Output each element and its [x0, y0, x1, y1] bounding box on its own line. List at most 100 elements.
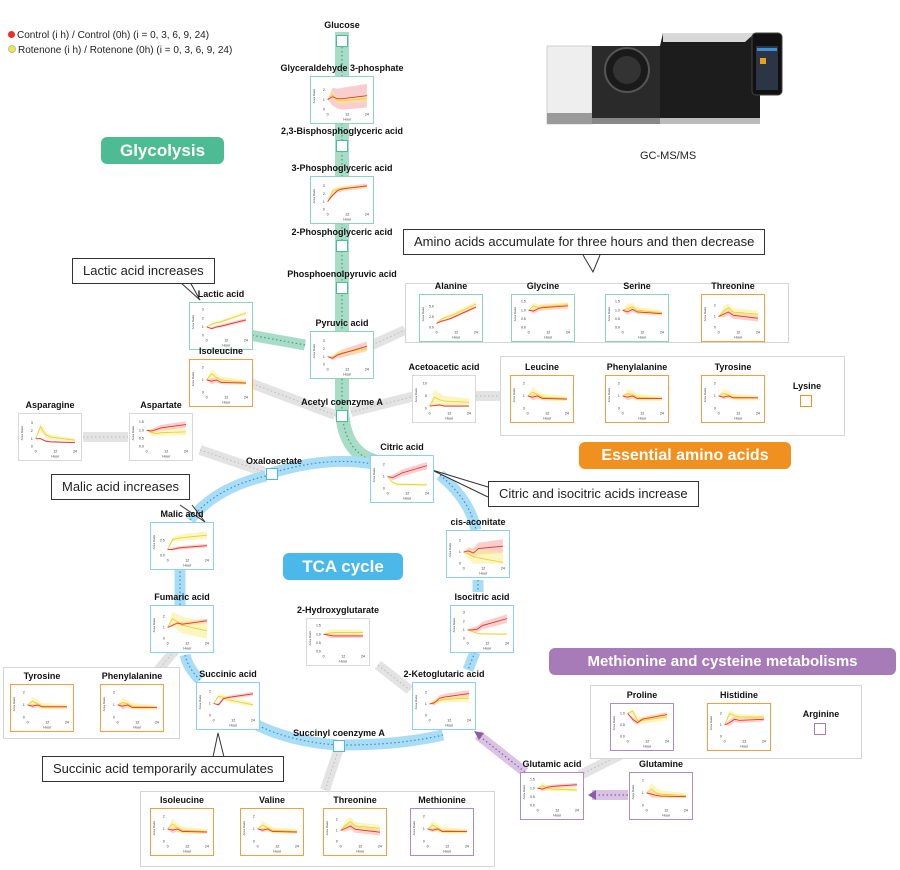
y-tick-label: 1	[23, 703, 25, 707]
metabolite-chart-acetoacetic[interactable]: Area Ratio 0 5 10 0 12 24 Hour	[412, 375, 476, 423]
x-axis-label: Hour	[183, 564, 192, 568]
y-tick-label: 1.5	[615, 300, 620, 304]
metabolite-chart-isoleucine_bot[interactable]: Area Ratio 0 1 2 0 12 24 Hour	[150, 808, 214, 856]
metabolite-chart-pyruvic[interactable]: Area Ratio 0 1 2 3 0 12 24 Hour	[310, 331, 374, 379]
metabolite-label: Serine	[623, 281, 651, 291]
metabolite-chart-histidine[interactable]: Area Ratio 0 1 2 0 12 24 Hour	[707, 703, 771, 751]
y-tick-label: 1.0	[139, 428, 144, 432]
metabolite-chart-threonine_top[interactable]: Area Ratio 0 1 2 0 12 24 Hour	[701, 294, 765, 342]
y-axis-label: Area Ratio	[607, 388, 611, 403]
y-tick-label: 0.5	[615, 317, 620, 321]
node-lysine[interactable]	[800, 395, 812, 407]
node-acetyl-coa[interactable]	[336, 410, 348, 422]
legend-control: Control (i h) / Control (0h) (i = 0, 3, …	[8, 28, 232, 43]
x-tick-label: 12	[224, 338, 228, 342]
metabolite-chart-hydroxyglutarate[interactable]: Area Ratio 0.0 0.5 1.0 1.5 0 12 24 Hour	[306, 618, 370, 666]
metabolite-chart-lactic[interactable]: Area Ratio 0 1 2 3 0 12 24 Hour	[189, 302, 253, 350]
callout-lactic-acid: Lactic acid increases	[72, 258, 215, 284]
mini-chart: Area Ratio 0.0 2.5 5.0 0 12 24 Hour	[421, 301, 478, 340]
x-axis-label: Hour	[543, 417, 552, 421]
x-tick-label: 12	[164, 449, 168, 453]
metabolite-chart-fumaric[interactable]: Area Ratio 0 1 2 0 12 24 Hour	[150, 605, 214, 653]
y-tick-label: 0.5	[316, 641, 321, 645]
metabolite-chart-aspartate[interactable]: Area Ratio 0.0 0.5 1.0 1.5 0 12 24 Hour	[129, 413, 193, 461]
y-tick-label: 1	[113, 703, 115, 707]
x-tick-label: 12	[231, 718, 235, 722]
metabolite-chart-cisaconitate[interactable]: Area Ratio 0 1 2 0 12 24 Hour	[446, 530, 510, 578]
y-tick-label: 1.0	[615, 308, 620, 312]
node-oxaloacetate[interactable]	[266, 468, 278, 480]
node-bpg[interactable]	[336, 140, 348, 152]
metabolite-chart-tyrosine_left[interactable]: Area Ratio 0 1 2 0 12 24 Hour	[10, 684, 74, 732]
metabolite-chart-citric[interactable]: Area Ratio 0 1 2 0 12 24 Hour	[370, 455, 434, 503]
metabolite-chart-proline[interactable]: Area Ratio 0.0 0.5 1.0 0 12 24 Hour	[610, 703, 674, 751]
y-tick-label: 1.0	[530, 786, 535, 790]
essential-amino-acids-pill: Essential amino acids	[579, 442, 791, 469]
y-tick-label: 2	[253, 814, 255, 818]
metabolite-chart-isocitric[interactable]: Area Ratio 0 1 2 3 0 12 24 Hour	[450, 605, 514, 653]
metabolite-chart-g3p[interactable]: Area Ratio 0 1 2 0 12 24 Hour	[310, 76, 374, 124]
metabolite-chart-glycine[interactable]: Area Ratio 0.0 0.5 1.0 1.5 0 12 24 Hour	[511, 294, 575, 342]
x-tick-label: 0	[340, 844, 342, 848]
x-tick-label: 24	[566, 330, 570, 334]
metabolite-chart-threonine_bot[interactable]: Area Ratio 0 1 2 0 12 24 Hour	[323, 808, 387, 856]
x-tick-label: 0	[257, 844, 259, 848]
metabolite-chart-valine[interactable]: Area Ratio 0 1 2 0 12 24 Hour	[240, 808, 304, 856]
metabolite-label: Aspartate	[140, 400, 182, 410]
metabolite-label: Isocitric acid	[454, 592, 510, 602]
node-succinyl-coa[interactable]	[333, 740, 345, 752]
y-tick-label: 1.5	[139, 420, 144, 424]
metabolite-chart-glutamine[interactable]: Area Ratio 0 1 2 0 12 24 Hour	[629, 772, 693, 820]
rotenone-dot-icon	[8, 45, 16, 53]
label-2pg: 2-Phosphoglyceric acid	[291, 227, 393, 237]
x-tick-label: 24	[251, 718, 255, 722]
metabolite-chart-glutamic[interactable]: Area Ratio 0.0 0.5 1.0 1.5 0 12 24 Hour	[520, 772, 584, 820]
mini-chart: Area Ratio0120 12 24Hour	[448, 539, 505, 576]
y-axis-label: Area Ratio	[513, 307, 517, 322]
metabolite-chart-succinic[interactable]: Area Ratio 0 1 2 0 12 24 Hour	[196, 682, 260, 730]
mini-chart: Area Ratio 0.0 0.5 1.0 1.5 0 12 24 Hour	[513, 300, 570, 340]
callout-malic-acid: Malic acid increases	[51, 474, 191, 500]
node-2pg[interactable]	[336, 240, 348, 252]
y-axis-label: Area Ratio	[512, 388, 516, 403]
y-tick-label: 1.5	[316, 624, 321, 628]
y-tick-label: 0.0	[139, 445, 144, 449]
metabolite-chart-ketoglutaric[interactable]: Area Ratio 0 1 2 0 12 24 Hour	[412, 682, 476, 730]
y-tick-label: 1.5	[530, 778, 535, 782]
x-axis-label: Hour	[343, 118, 352, 122]
x-tick-label: 0	[327, 367, 329, 371]
mini-chart: Area Ratio 0.0 0.5 1.0 1.5 0 12 24 Hour	[607, 300, 664, 340]
y-tick-label: 0.0	[530, 804, 535, 808]
metabolite-chart-leucine[interactable]: Area Ratio 0 1 2 0 12 24 Hour	[510, 375, 574, 423]
y-tick-label: 2	[720, 712, 722, 716]
y-axis-label: Area Ratio	[152, 535, 156, 550]
metabolite-chart-pg3[interactable]: Area Ratio 0 1 2 3 0 12 24 Hour	[310, 176, 374, 224]
metabolite-chart-serine[interactable]: Area Ratio 0.0 0.5 1.0 1.5 0 12 24 Hour	[605, 294, 669, 342]
x-tick-label: 12	[345, 112, 349, 116]
x-tick-label: 12	[454, 330, 458, 334]
metabolite-label: Malic acid	[160, 509, 204, 519]
metabolite-chart-asparagine[interactable]: Area Ratio 0 1 2 3 0 12 24 Hour	[18, 413, 82, 461]
metabolite-chart-phenylalanine_left[interactable]: Area Ratio 0 1 2 0 12 24 Hour	[100, 684, 164, 732]
node-pep[interactable]	[336, 282, 348, 294]
x-axis-label: Hour	[734, 336, 743, 340]
y-tick-label: 2.5	[160, 538, 165, 542]
mini-chart: Area Ratio0120 12 24Hour	[102, 690, 159, 729]
metabolite-chart-malic[interactable]: Area Ratio 0.0 2.5 0 12 24 Hour	[150, 522, 214, 570]
x-tick-label: 0	[463, 566, 465, 570]
x-tick-label: 12	[53, 449, 57, 453]
x-tick-label: 12	[185, 641, 189, 645]
metabolite-chart-phenylalanine_top[interactable]: Area Ratio 0 1 2 0 12 24 Hour	[605, 375, 669, 423]
x-tick-label: 0	[167, 844, 169, 848]
mini-chart: Area Ratio 0.0 2.5 0 12 24 Hour	[152, 531, 209, 568]
x-tick-label: 0	[718, 330, 720, 334]
metabolite-label: Fumaric acid	[154, 592, 210, 602]
node-glucose[interactable]	[336, 35, 348, 47]
x-tick-label: 0	[117, 720, 119, 724]
x-tick-label: 24	[184, 449, 188, 453]
metabolite-chart-isoleucine_top[interactable]: Area Ratio 0 1 2 0 12 24 Hour	[189, 359, 253, 407]
metabolite-chart-alanine[interactable]: Area Ratio 0.0 2.5 5.0 0 12 24 Hour	[419, 294, 483, 342]
node-arginine[interactable]	[814, 723, 826, 735]
metabolite-chart-tyrosine_top[interactable]: Area Ratio 0 1 2 0 12 24 Hour	[701, 375, 765, 423]
metabolite-chart-methionine[interactable]: Area Ratio 0 1 2 0 12 24 Hour	[410, 808, 474, 856]
